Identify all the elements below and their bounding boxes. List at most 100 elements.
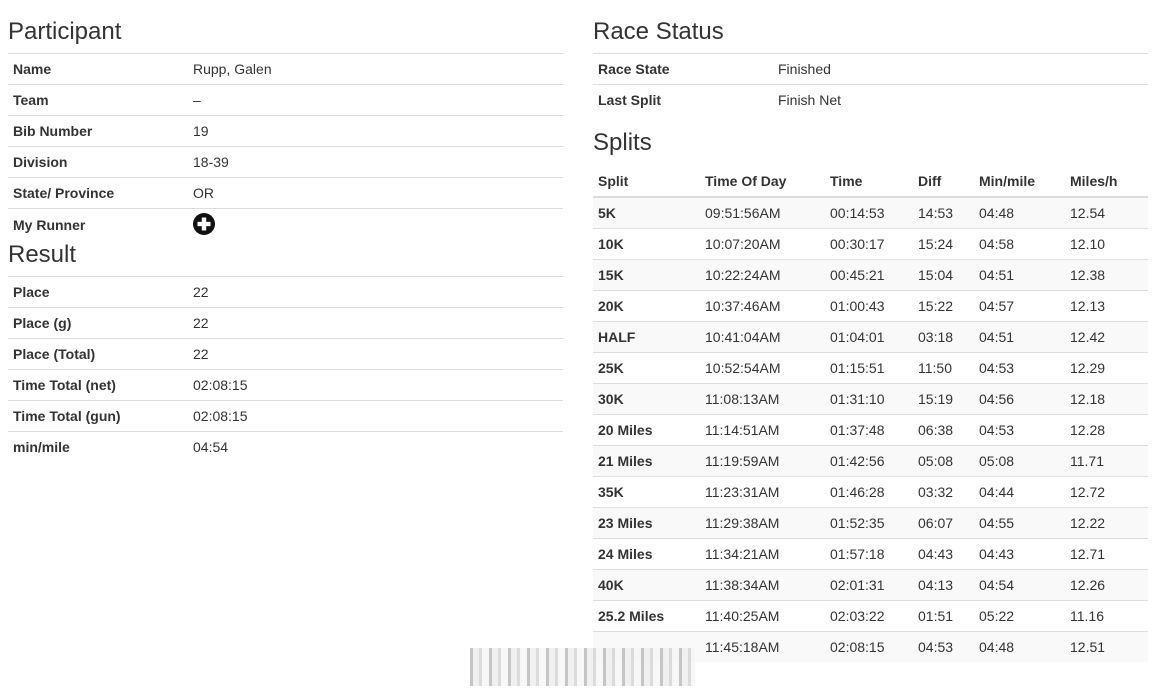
participant-row-state: State/ Province OR [8, 177, 563, 209]
row-value: 22 [188, 337, 563, 369]
row-label: Bib Number [8, 115, 188, 147]
split-cell-time: 01:15:51 [825, 351, 913, 383]
split-cell-time: 01:52:35 [825, 506, 913, 538]
split-cell-min-mile: 04:57 [974, 289, 1065, 321]
row-value: Rupp, Galen [188, 53, 563, 85]
split-row: 25.2 Miles 11:40:25AM 02:03:22 01:51 05:22 11… [593, 599, 1148, 631]
right-column: Race Status Race State Finished Last Spl… [593, 0, 1148, 662]
header-split: Split [593, 165, 700, 198]
split-cell-time-of-day: 11:38:34AM [700, 568, 825, 600]
split-cell-miles-h: 12.71 [1065, 537, 1148, 569]
split-cell-time-of-day: 10:52:54AM [700, 351, 825, 383]
split-cell-diff: 04:53 [913, 630, 974, 662]
result-heading: Result [8, 240, 77, 268]
split-cell-diff: 15:19 [913, 382, 974, 414]
split-cell-min-mile: 04:43 [974, 537, 1065, 569]
split-cell-miles-h: 12.29 [1065, 351, 1148, 383]
row-value: Finish Net [773, 84, 1148, 116]
split-cell-time: 01:37:48 [825, 413, 913, 445]
split-row: 40K 11:38:34AM 02:01:31 04:13 04:54 12.26 [593, 568, 1148, 600]
race-status-heading: Race Status [593, 18, 724, 45]
left-column: Participant Name Rupp, Galen Team – Bib … [8, 0, 563, 462]
split-cell-time: 01:42:56 [825, 444, 913, 476]
result-row-place: Place 22 [8, 275, 563, 307]
split-cell-miles-h: 12.51 [1065, 630, 1148, 662]
split-cell-split: 30K [593, 382, 700, 414]
race-status-row-last-split: Last Split Finish Net [593, 84, 1148, 116]
race-status-row-state: Race State Finished [593, 53, 1148, 85]
header-miles-h: Miles/h [1065, 165, 1148, 198]
split-row: 30K 11:08:13AM 01:31:10 15:19 04:56 12.18 [593, 382, 1148, 414]
split-cell-time-of-day: 11:08:13AM [700, 382, 825, 414]
split-cell-min-mile: 04:44 [974, 475, 1065, 507]
split-cell-time-of-day: 11:14:51AM [700, 413, 825, 445]
split-row: 20K 10:37:46AM 01:00:43 15:22 04:57 12.13 [593, 289, 1148, 321]
split-cell-diff: 06:38 [913, 413, 974, 445]
split-row: 24 Miles 11:34:21AM 01:57:18 04:43 04:43 12.7… [593, 537, 1148, 569]
row-label: Race State [593, 53, 773, 85]
split-cell-diff: 03:32 [913, 475, 974, 507]
plus-circle-icon[interactable] [193, 213, 215, 235]
split-cell-split: 24 Miles [593, 537, 700, 569]
row-value: 19 [188, 115, 563, 147]
my-runner-cell [188, 208, 563, 242]
header-time: Time [825, 165, 913, 198]
split-cell-time-of-day: 11:34:21AM [700, 537, 825, 569]
splits-header-row: Split Time Of Day Time Diff Min/mile Mil… [593, 165, 1148, 198]
split-cell-min-mile: 04:55 [974, 506, 1065, 538]
split-cell-time: 00:45:21 [825, 258, 913, 290]
split-cell-miles-h: 12.26 [1065, 568, 1148, 600]
result-table: Place 22 Place (g) 22 Place (Total) 22 T… [8, 275, 563, 462]
split-cell-min-mile: 04:48 [974, 630, 1065, 662]
split-cell-miles-h: 12.18 [1065, 382, 1148, 414]
row-label: Division [8, 146, 188, 178]
split-cell-diff: 15:04 [913, 258, 974, 290]
watermark-image [470, 648, 695, 686]
split-cell-split: 10K [593, 227, 700, 259]
split-cell-time-of-day: 11:19:59AM [700, 444, 825, 476]
split-cell-time-of-day: 10:37:46AM [700, 289, 825, 321]
header-diff: Diff [913, 165, 974, 198]
race-status-table: Race State Finished Last Split Finish Ne… [593, 53, 1148, 116]
split-cell-miles-h: 12.38 [1065, 258, 1148, 290]
header-min-mile: Min/mile [974, 165, 1065, 198]
result-row-time-net: Time Total (net) 02:08:15 [8, 368, 563, 400]
split-row: 25K 10:52:54AM 01:15:51 11:50 04:53 12.29 [593, 351, 1148, 383]
split-cell-time-of-day: 11:29:38AM [700, 506, 825, 538]
split-cell-diff: 15:22 [913, 289, 974, 321]
split-cell-time-of-day: 11:23:31AM [700, 475, 825, 507]
split-cell-time: 01:00:43 [825, 289, 913, 321]
split-cell-min-mile: 04:53 [974, 413, 1065, 445]
split-cell-split: 25.2 Miles [593, 599, 700, 631]
result-row-place-g: Place (g) 22 [8, 306, 563, 338]
split-row: 35K 11:23:31AM 01:46:28 03:32 04:44 12.72 [593, 475, 1148, 507]
header-time-of-day: Time Of Day [700, 165, 825, 198]
split-cell-min-mile: 04:48 [974, 196, 1065, 228]
splits-heading: Splits [593, 128, 652, 156]
row-value: – [188, 84, 563, 116]
split-cell-min-mile: 05:22 [974, 599, 1065, 631]
split-cell-miles-h: 11.16 [1065, 599, 1148, 631]
split-cell-miles-h: 12.72 [1065, 475, 1148, 507]
split-cell-split: HALF [593, 320, 700, 352]
split-row: 20 Miles 11:14:51AM 01:37:48 06:38 04:53 12.2… [593, 413, 1148, 445]
row-value: OR [188, 177, 563, 209]
split-cell-split: 35K [593, 475, 700, 507]
row-value: 22 [188, 275, 563, 307]
split-cell-miles-h: 12.28 [1065, 413, 1148, 445]
split-row: 21 Miles 11:19:59AM 01:42:56 05:08 05:08 11.7… [593, 444, 1148, 476]
split-cell-diff: 06:07 [913, 506, 974, 538]
row-label: Name [8, 53, 188, 85]
split-cell-split: 25K [593, 351, 700, 383]
split-cell-diff: 04:43 [913, 537, 974, 569]
split-cell-miles-h: 12.10 [1065, 227, 1148, 259]
split-cell-split: 23 Miles [593, 506, 700, 538]
split-cell-split: 5K [593, 196, 700, 228]
split-cell-time: 01:57:18 [825, 537, 913, 569]
row-label: Time Total (net) [8, 368, 188, 400]
row-value: 18-39 [188, 146, 563, 178]
split-cell-min-mile: 04:54 [974, 568, 1065, 600]
split-cell-time-of-day: 10:41:04AM [700, 320, 825, 352]
row-label: Team [8, 84, 188, 116]
split-cell-min-mile: 04:58 [974, 227, 1065, 259]
